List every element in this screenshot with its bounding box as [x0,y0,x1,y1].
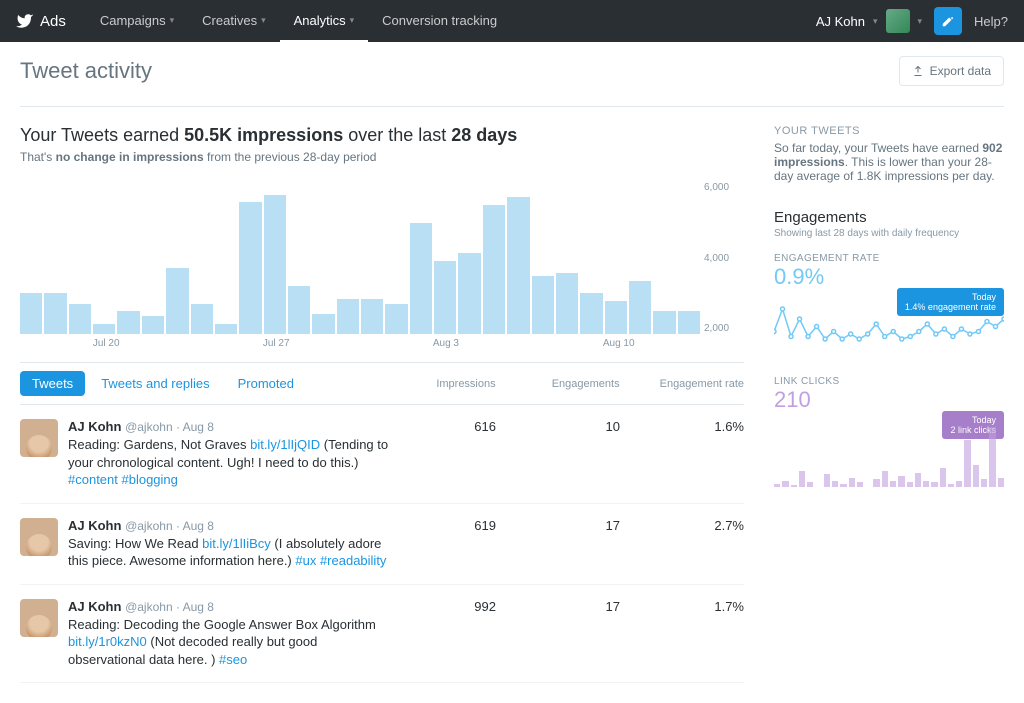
nav-creatives[interactable]: Creatives ▾ [188,1,279,42]
top-nav: Ads Campaigns ▾Creatives ▾Analytics ▾Con… [0,0,1024,42]
tweet-row[interactable]: AJ Kohn @ajkohn · Aug 8 Saving: How We Re… [20,504,744,585]
help-link[interactable]: Help? [974,14,1008,29]
chart-bar [44,293,66,334]
tab-promoted[interactable]: Promoted [226,371,306,396]
chart-bar [264,195,286,334]
chevron-down-icon: ▾ [873,16,878,27]
engagement-rate-label: ENGAGEMENT RATE [774,253,1004,264]
tweet-avatar [20,518,58,556]
tweet-text: Saving: How We Read bit.ly/1lIiBcy (I ab… [68,535,392,570]
tweet-row[interactable]: AJ Kohn @ajkohn · Aug 8 Reading: Gardens,… [20,405,744,504]
tweet-author: AJ Kohn [68,518,121,533]
impressions-chart: 6,0004,0002,000 Jul 20Jul 27Aug 3Aug 10 [20,182,744,352]
nav-campaigns[interactable]: Campaigns ▾ [86,1,188,42]
twitter-icon [16,12,34,30]
tweet-author: AJ Kohn [68,419,121,434]
avatar [886,9,910,33]
tweet-avatar [20,599,58,637]
chart-bar [678,311,700,334]
chart-bar [20,293,42,334]
tweet-text: Reading: Decoding the Google Answer Box … [68,616,392,669]
chart-bar [117,311,139,334]
tweet-list: AJ Kohn @ajkohn · Aug 8 Reading: Gardens,… [20,405,744,683]
chart-bar [312,314,334,334]
tweet-author: AJ Kohn [68,599,121,614]
chart-bar [629,281,651,334]
chart-bar [93,324,115,334]
tab-tweets-and-replies[interactable]: Tweets and replies [89,371,221,396]
tweet-stats: 616101.6% [412,419,744,489]
engagements-sub: Showing last 28 days with daily frequenc… [774,228,1004,239]
chart-bar [507,197,529,334]
chart-bar [191,304,213,334]
compose-icon [941,14,955,28]
chart-bar [458,253,480,334]
engagement-rate-sparkline: Today 1.4% engagement rate [774,294,1004,364]
tweet-avatar [20,419,58,457]
chart-bar [142,316,164,334]
chart-bar [410,223,432,334]
summary-headline: Your Tweets earned 50.5K impressions ove… [20,125,744,146]
chart-bar [532,276,554,334]
brand-text: Ads [40,13,66,30]
compose-button[interactable] [934,7,962,35]
chart-bar [215,324,237,334]
export-button[interactable]: Export data [899,56,1004,86]
link-clicks-value: 210 [774,387,1004,413]
tweet-tabs: TweetsTweets and repliesPromoted Impress… [20,362,744,405]
tweet-handle: @ajkohn · Aug 8 [125,519,214,533]
tweet-handle: @ajkohn · Aug 8 [125,420,214,434]
chart-bar [483,205,505,334]
tweet-handle: @ajkohn · Aug 8 [125,600,214,614]
nav-items: Campaigns ▾Creatives ▾Analytics ▾Convers… [86,1,511,42]
chart-bar [361,299,383,334]
chart-bar [653,311,675,334]
tweet-stats: 619172.7% [412,518,744,570]
engagements-heading: Engagements [774,209,1004,226]
your-tweets-label: YOUR TWEETS [774,125,1004,137]
chart-bar [239,202,261,334]
page-header: Tweet activity Export data [20,42,1004,107]
chart-bar [434,261,456,334]
user-menu[interactable]: AJ Kohn ▾ ▾ [816,9,922,33]
your-tweets-text: So far today, your Tweets have earned 90… [774,141,1004,183]
column-headers: ImpressionsEngagementsEngagement rate [412,378,744,390]
tweet-stats: 992171.7% [412,599,744,669]
chart-bar [605,301,627,334]
brand-logo[interactable]: Ads [16,12,66,30]
chart-bar [69,304,91,334]
nav-analytics[interactable]: Analytics ▾ [280,1,369,42]
rate-today-tooltip: Today 1.4% engagement rate [897,288,1004,316]
engagement-rate-value: 0.9% [774,264,1004,290]
chart-bar [385,304,407,334]
tweet-row[interactable]: AJ Kohn @ajkohn · Aug 8 Reading: Decoding… [20,585,744,684]
chart-bar [556,273,578,334]
link-clicks-label: LINK CLICKS [774,376,1004,387]
chevron-down-icon: ▾ [918,16,923,27]
chart-bar [288,286,310,334]
tweet-text: Reading: Gardens, Not Graves bit.ly/1lIj… [68,436,392,489]
chart-bar [166,268,188,334]
export-icon [912,65,924,77]
link-clicks-sparkbars: Today 2 link clicks [774,417,1004,487]
chart-bar [337,299,359,334]
page-title: Tweet activity [20,58,152,84]
nav-conversion-tracking[interactable]: Conversion tracking [368,1,511,42]
chart-bar [580,293,602,334]
tab-tweets[interactable]: Tweets [20,371,85,396]
summary-sub: That's no change in impressions from the… [20,150,744,164]
